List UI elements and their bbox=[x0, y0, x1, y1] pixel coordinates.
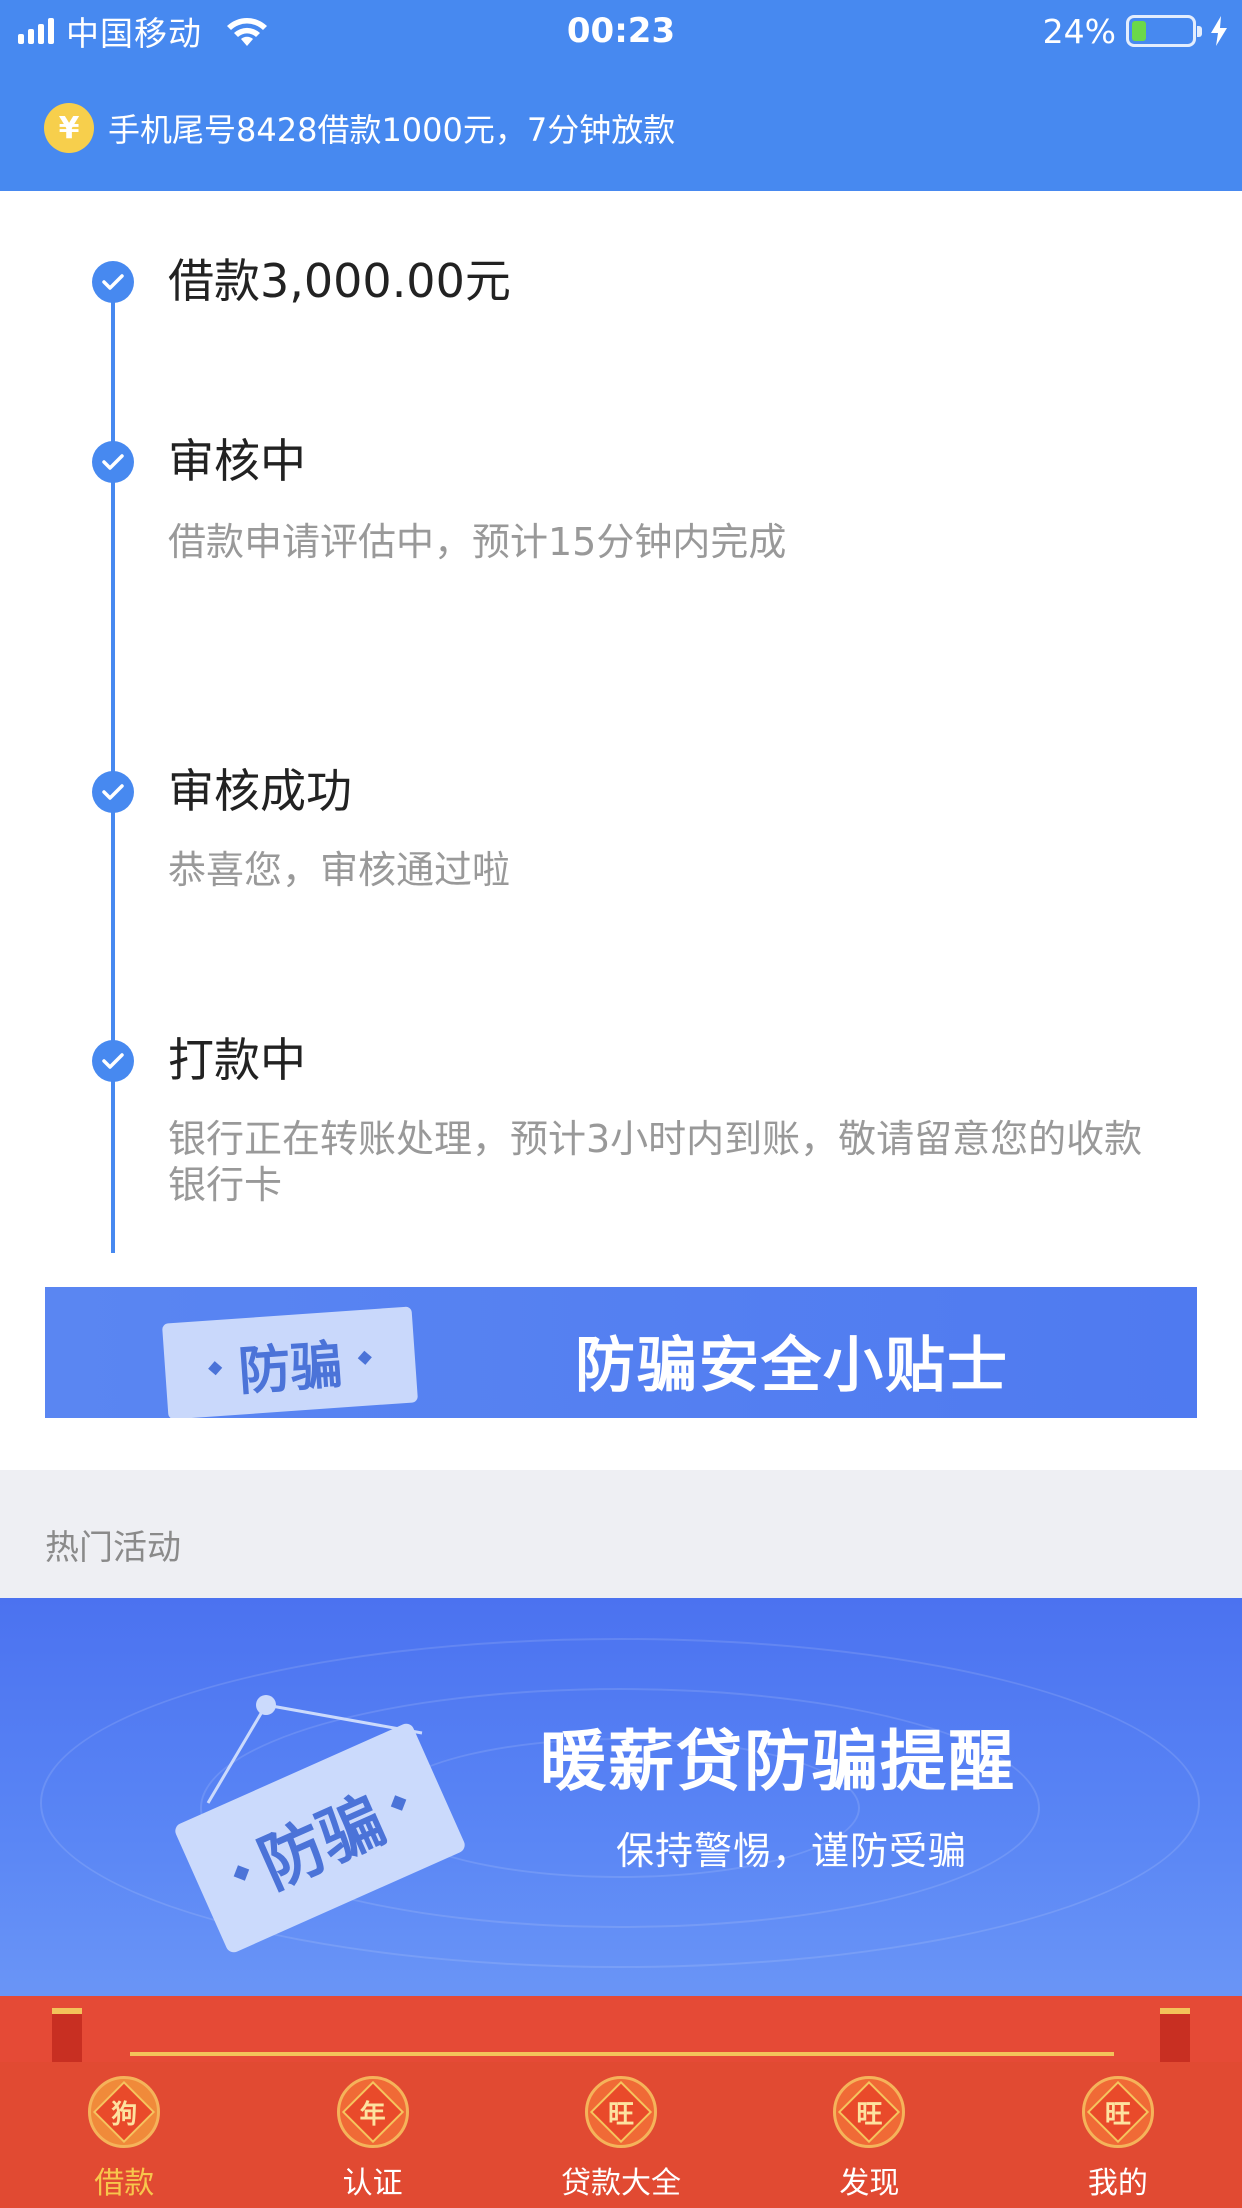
anti-fraud-tag: 防骗 bbox=[161, 1306, 419, 1418]
battery-icon bbox=[1126, 15, 1202, 47]
step-desc: 恭喜您，审核通过啦 bbox=[168, 848, 511, 892]
battery-percent: 24% bbox=[1042, 11, 1116, 51]
wang-icon: 旺 bbox=[1081, 2076, 1154, 2148]
check-icon bbox=[92, 771, 134, 813]
anti-fraud-tips-banner[interactable]: 防骗 防骗安全小贴士 bbox=[45, 1287, 1197, 1418]
lantern-pillar bbox=[1160, 2008, 1190, 2062]
yen-icon: ¥ bbox=[44, 103, 94, 153]
tab-loan-directory[interactable]: 旺 贷款大全 bbox=[497, 2062, 745, 2208]
section-title: 热门活动 bbox=[45, 1528, 181, 1568]
step-desc: 银行正在转账处理，预计3小时内到账，敬请留意您的收款银行卡 bbox=[168, 1117, 1143, 1207]
loan-progress-timeline: 借款3,000.00元 审核中 借款申请评估中，预计15分钟内完成 审核成功 恭… bbox=[0, 191, 1242, 1471]
wang-icon: 旺 bbox=[585, 2076, 658, 2148]
battery-fill bbox=[1132, 21, 1146, 41]
tab-label: 发现 bbox=[839, 2166, 900, 2201]
hot-activities-header: 热门活动 bbox=[0, 1470, 1242, 1598]
festive-banner-top bbox=[0, 1996, 1242, 2062]
tab-bar: 狗 借款 年 认证 旺 贷款大全 旺 发现 旺 我的 bbox=[0, 2062, 1242, 2208]
step-title: 借款3,000.00元 bbox=[168, 254, 511, 308]
dog-lantern-icon: 狗 bbox=[88, 2076, 161, 2148]
sign-text: 防骗 bbox=[248, 1783, 396, 1904]
status-right: 24% bbox=[1043, 10, 1228, 52]
notice-text: 手机尾号8428借款1000元，7分钟放款 bbox=[108, 111, 676, 149]
step-title: 审核成功 bbox=[168, 764, 352, 818]
top-header: 中国移动 00:23 24% ¥ 手机尾号8428借款1000元，7分钟放款 bbox=[0, 0, 1242, 191]
activity-banner[interactable]: 防骗 暖薪贷防骗提醒 保持警惕，谨防受骗 bbox=[0, 1598, 1242, 1996]
tab-mine[interactable]: 旺 我的 bbox=[994, 2062, 1242, 2208]
check-icon bbox=[92, 441, 134, 483]
tab-label: 贷款大全 bbox=[561, 2166, 682, 2201]
tab-label: 认证 bbox=[342, 2166, 403, 2201]
charging-icon bbox=[1211, 16, 1227, 46]
tag-text: 防骗 bbox=[236, 1334, 345, 1403]
check-icon bbox=[92, 261, 134, 303]
tab-loan[interactable]: 狗 借款 bbox=[0, 2062, 248, 2208]
tab-label: 我的 bbox=[1087, 2166, 1148, 2201]
check-icon bbox=[92, 1040, 134, 1082]
step-title: 审核中 bbox=[168, 434, 306, 488]
timeline-line bbox=[111, 281, 115, 1253]
tab-discover[interactable]: 旺 发现 bbox=[745, 2062, 993, 2208]
nian-icon: 年 bbox=[336, 2076, 409, 2148]
lantern-pillar bbox=[52, 2008, 82, 2062]
tab-verify[interactable]: 年 认证 bbox=[248, 2062, 496, 2208]
wang-icon: 旺 bbox=[833, 2076, 906, 2148]
status-bar: 中国移动 00:23 24% bbox=[0, 0, 1242, 62]
step-desc: 借款申请评估中，预计15分钟内完成 bbox=[168, 520, 787, 564]
step-title: 打款中 bbox=[168, 1033, 306, 1087]
tab-label: 借款 bbox=[94, 2166, 155, 2201]
activity-subtitle: 保持警惕，谨防受骗 bbox=[616, 1829, 968, 1873]
gold-line bbox=[130, 2052, 1114, 2056]
activity-title: 暖薪贷防骗提醒 bbox=[540, 1723, 1016, 1800]
loan-notice[interactable]: ¥ 手机尾号8428借款1000元，7分钟放款 bbox=[44, 98, 675, 158]
tips-title: 防骗安全小贴士 bbox=[575, 1331, 1009, 1401]
